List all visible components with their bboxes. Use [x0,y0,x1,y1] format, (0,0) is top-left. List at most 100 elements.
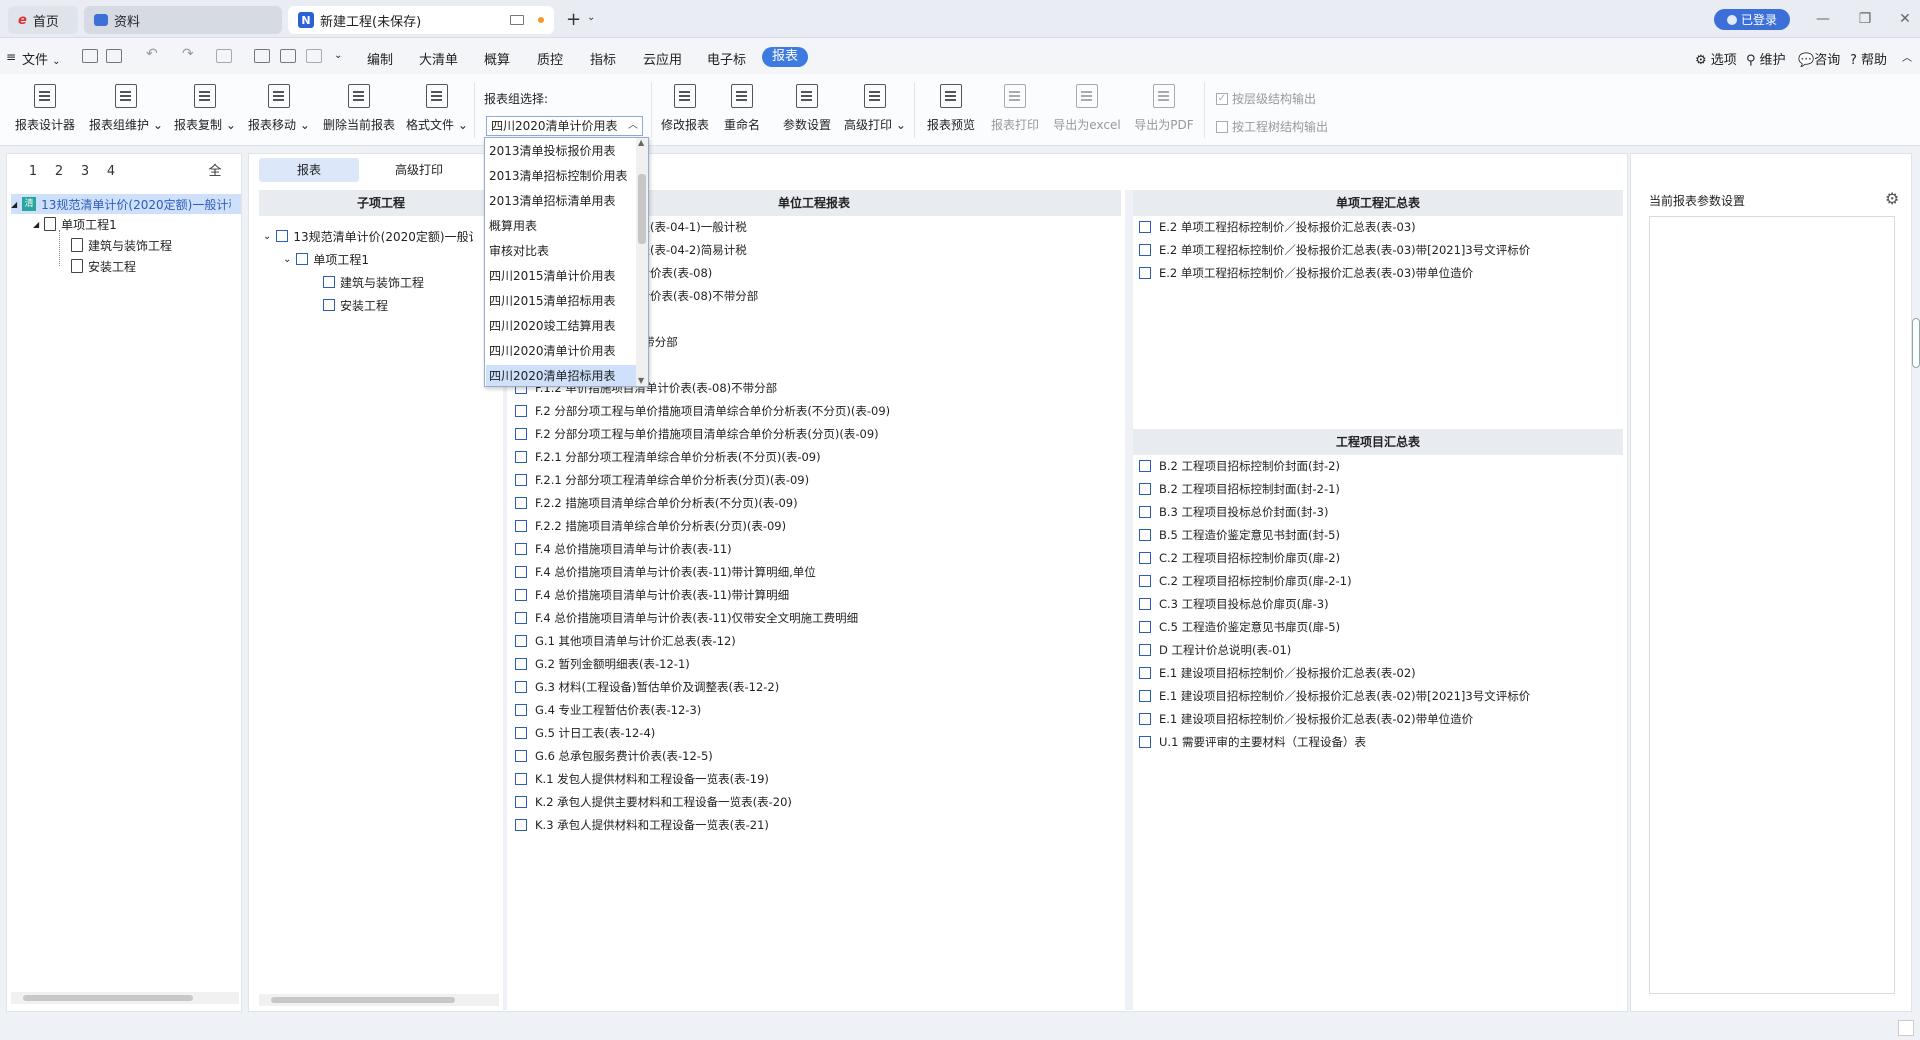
advanced-print-button[interactable]: 高级打印 ⌄ [842,74,908,146]
level-all-button[interactable]: 全 [205,162,225,182]
checkbox-icon[interactable] [515,405,527,417]
menu-edit[interactable]: 编制 [367,49,393,68]
report-item[interactable]: K.2 承包人提供主要材料和工程设备一览表(表-20) [515,792,792,812]
dropdown-option[interactable]: 2013清单投标报价用表 [489,140,616,162]
close-icon[interactable]: ✕ [1896,10,1914,28]
side-scroll-handle[interactable] [1912,318,1920,368]
monitor-icon[interactable] [510,15,524,25]
dropdown-option[interactable]: 四川2015清单计价用表 [489,265,616,287]
tree-root[interactable]: ◢ 清 13规范清单计价(2020定额)一般计税 [11,194,241,214]
chevron-up-icon[interactable]: ▲ [638,138,644,147]
group-select[interactable]: 四川2020清单计价用表 ︿ [486,116,643,136]
checkbox-icon[interactable] [1139,736,1151,748]
dropdown-option[interactable]: 审核对比表 [489,240,549,262]
checkbox-icon[interactable] [515,543,527,555]
help-button[interactable]: ? 帮助 [1850,49,1887,68]
report-item[interactable]: G.2 暂列金额明细表(表-12-1) [515,654,690,674]
tree-unit[interactable]: ◢ 单项工程1 [33,214,117,234]
gear-icon[interactable]: ⚙ [1885,189,1899,208]
report-item[interactable]: F.4 总价措施项目清单与计价表(表-11) [515,539,732,559]
scrollbar-thumb[interactable] [638,174,646,244]
report-item[interactable]: F.2 分部分项工程与单价措施项目清单综合单价分析表(分页)(表-09) [515,424,879,444]
checkbox-icon[interactable] [515,796,527,808]
level-1-button[interactable]: 1 [23,162,43,182]
report-item[interactable]: U.1 需要评审的主要材料（工程设备）表 [1139,732,1366,752]
checkbox-icon[interactable] [1139,529,1151,541]
checkbox-icon[interactable] [515,497,527,509]
report-designer-button[interactable]: 报表设计器 [10,74,80,146]
resize-grip-icon[interactable] [1898,1020,1914,1036]
login-button[interactable]: 已登录 [1714,9,1790,30]
level-2-button[interactable]: 2 [49,162,69,182]
sub-horizontal-scrollbar[interactable] [259,994,499,1006]
checkbox-icon[interactable] [515,566,527,578]
checkbox-icon[interactable] [1139,506,1151,518]
report-item[interactable]: E.2 单项工程招标控制价／投标报价汇总表(表-03)带单位造价 [1139,263,1473,283]
scrollbar-thumb[interactable] [23,995,193,1001]
modify-report-button[interactable]: 修改报表 [656,74,714,146]
tab-advanced-print[interactable]: 高级打印 [369,158,469,182]
checkbox-icon[interactable] [515,750,527,762]
new-tab-icon[interactable]: + [566,9,581,30]
report-item[interactable]: F.2.2 措施项目清单综合单价分析表(分页)(表-09) [515,516,786,536]
report-item[interactable]: F.2.2 措施项目清单综合单价分析表(不分页)(表-09) [515,493,798,513]
checkbox-icon[interactable] [515,612,527,624]
checkbox-icon[interactable] [1139,644,1151,656]
tree-output-checkbox[interactable]: 按工程树结构输出 [1216,118,1328,135]
dropdown-option[interactable]: 四川2020竣工结算用表 [489,315,616,337]
checkbox-icon[interactable] [515,451,527,463]
menu-cloud[interactable]: 云应用 [643,49,682,68]
checkbox-icon[interactable] [515,819,527,831]
report-item[interactable]: C.3 工程项目投标总价扉页(扉-3) [1139,594,1329,614]
report-item[interactable]: G.3 材料(工程设备)暂估单价及调整表(表-12-2) [515,677,779,697]
maintain-button[interactable]: ⚲ 维护 [1746,49,1786,68]
tree-sub-1[interactable]: 建筑与装饰工程 [71,235,172,255]
checkbox-icon[interactable] [1139,667,1151,679]
edit-icon[interactable] [306,49,322,63]
report-item[interactable]: E.2 单项工程招标控制价／投标报价汇总表(表-03)带[2021]3号文评标价 [1139,240,1530,260]
sub-tree-b[interactable]: 安装工程 [323,295,388,315]
checkbox-icon[interactable] [1139,221,1151,233]
redo-icon[interactable]: ↷ [182,46,194,62]
report-item[interactable]: F.2 分部分项工程与单价措施项目清单综合单价分析表(不分页)(表-09) [515,401,890,421]
checkbox-icon[interactable] [323,299,335,311]
level-4-button[interactable]: 4 [101,162,121,182]
export-pdf-button[interactable]: 导出为PDF [1132,74,1196,146]
report-item[interactable]: F.4 总价措施项目清单与计价表(表-11)仅带安全文明施工费明细 [515,608,858,628]
checkbox-icon[interactable] [515,658,527,670]
save-icon[interactable] [82,49,98,63]
param-settings-button[interactable]: 参数设置 [780,74,834,146]
chevron-down-icon[interactable]: ▼ [638,376,644,385]
collapse-icon[interactable] [280,49,296,63]
checkbox-icon[interactable] [515,681,527,693]
report-item[interactable]: G.1 其他项目清单与计价汇总表(表-12) [515,631,736,651]
report-item[interactable]: E.2 单项工程招标控制价／投标报价汇总表(表-03) [1139,217,1416,237]
report-item[interactable]: K.3 承包人提供材料和工程设备一览表(表-21) [515,815,769,835]
checkbox-icon[interactable] [1139,267,1151,279]
checkbox-icon[interactable] [1139,713,1151,725]
restore-icon[interactable]: ❐ [1856,10,1874,28]
dropdown-option[interactable]: 2013清单招标控制价用表 [489,165,628,187]
checkbox-icon[interactable] [515,727,527,739]
export-excel-button[interactable]: 导出为excel [1052,74,1122,146]
tree-sub-2[interactable]: 安装工程 [71,256,136,276]
checkbox-icon[interactable] [515,635,527,647]
checkbox-icon[interactable] [1139,690,1151,702]
report-item[interactable]: B.2 工程项目招标控制封面(封-2-1) [1139,479,1340,499]
dropdown-option[interactable]: 四川2020清单计价用表 [489,340,616,362]
options-button[interactable]: ⚙ 选项 [1695,49,1737,68]
report-copy-button[interactable]: 报表复制 ⌄ [172,74,238,146]
delete-report-button[interactable]: 删除当前报表 [320,74,398,146]
report-item[interactable]: E.1 建设项目招标控制价／投标报价汇总表(表-02)带单位造价 [1139,709,1473,729]
dropdown-scrollbar[interactable]: ▲ ▼ [636,138,648,386]
report-preview-button[interactable]: 报表预览 [920,74,982,146]
checkbox-icon[interactable] [515,589,527,601]
report-print-button[interactable]: 报表打印 [988,74,1042,146]
minimize-icon[interactable]: — [1814,10,1832,28]
report-item[interactable]: K.1 发包人提供材料和工程设备一览表(表-19) [515,769,769,789]
sub-tree-root[interactable]: ⌄ 13规范清单计价(2020定额)一般计税 [263,226,473,246]
checkbox-icon[interactable] [1139,575,1151,587]
tab-home[interactable]: e 首页 [8,6,78,34]
checkbox-icon[interactable] [1139,621,1151,633]
report-move-button[interactable]: 报表移动 ⌄ [246,74,312,146]
